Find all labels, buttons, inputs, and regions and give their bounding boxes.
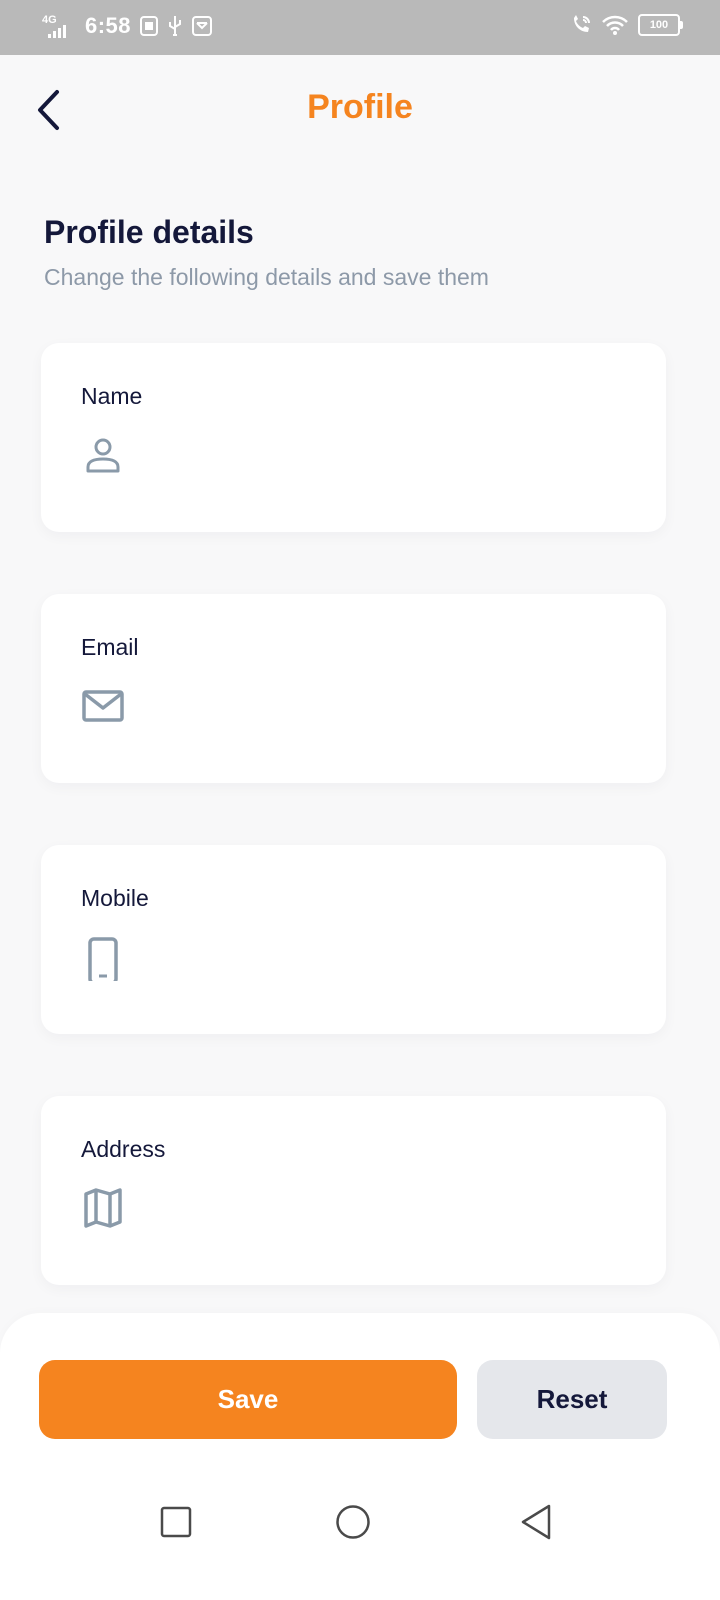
address-label: Address bbox=[81, 1136, 166, 1162]
battery-icon: 100 bbox=[638, 14, 683, 36]
save-button[interactable]: Save bbox=[39, 1360, 457, 1439]
mobile-label: Mobile bbox=[81, 885, 149, 911]
person-icon bbox=[86, 438, 120, 473]
recents-button[interactable] bbox=[146, 1492, 206, 1552]
name-input[interactable] bbox=[141, 435, 625, 477]
reset-button[interactable]: Reset bbox=[477, 1360, 667, 1439]
address-card: Address bbox=[41, 1096, 666, 1285]
nav-back-button[interactable] bbox=[506, 1492, 566, 1552]
name-card: Name bbox=[41, 343, 666, 532]
email-label: Email bbox=[81, 634, 139, 660]
mobile-input[interactable] bbox=[141, 937, 625, 979]
battery-level: 100 bbox=[649, 19, 669, 31]
sim-toolkit-icon bbox=[192, 16, 213, 36]
square-icon bbox=[160, 1506, 192, 1538]
email-card: Email bbox=[41, 594, 666, 783]
page-title: Profile bbox=[307, 88, 413, 126]
mobile-card: Mobile bbox=[41, 845, 666, 1034]
wifi-calling-icon bbox=[574, 15, 590, 32]
section-title: Profile details bbox=[44, 214, 254, 250]
map-icon bbox=[84, 1188, 122, 1228]
name-label: Name bbox=[81, 383, 143, 409]
usb-icon bbox=[169, 16, 182, 36]
triangle-back-icon bbox=[521, 1504, 551, 1540]
address-input[interactable] bbox=[141, 1188, 625, 1230]
circle-icon bbox=[336, 1505, 370, 1539]
section-subtitle: Change the following details and save th… bbox=[44, 264, 489, 290]
status-bar: 4G 6:58 100 bbox=[0, 0, 720, 55]
clock: 6:58 bbox=[85, 13, 132, 38]
wifi-icon bbox=[602, 15, 628, 35]
cellular-signal-icon: 4G bbox=[40, 12, 76, 40]
volte-icon bbox=[140, 16, 159, 36]
phone-icon bbox=[88, 937, 118, 981]
home-button[interactable] bbox=[323, 1492, 383, 1552]
email-input[interactable] bbox=[141, 686, 625, 728]
mail-icon bbox=[82, 690, 124, 722]
system-nav-bar bbox=[0, 1480, 720, 1580]
